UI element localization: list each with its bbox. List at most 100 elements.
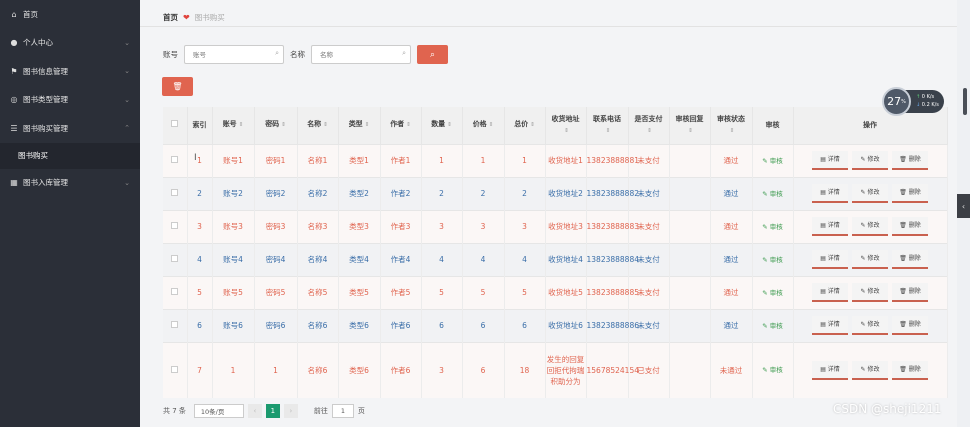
row-checkbox-cell[interactable] [163,275,188,309]
edit-button[interactable]: ✎ 修改 [852,250,888,269]
network-widget[interactable]: ↑ 0 K/s ↓ 0.2 K/s 27% [882,87,944,116]
select-all-cell[interactable] [163,107,188,144]
scrollbar[interactable] [963,88,967,115]
name-label: 名称 [290,50,305,59]
edit-button[interactable]: ✎ 修改 [852,184,888,203]
sort-icon[interactable]: ⇕ [647,126,652,137]
column-header[interactable]: 是否支付 ⇕ [628,107,670,144]
sort-icon[interactable]: ⇕ [323,120,328,131]
column-header[interactable]: 联系电话 ⇕ [586,107,629,144]
delete-button[interactable]: 🗑 删除 [892,250,928,269]
column-header[interactable]: 类型 ⇕ [338,107,381,144]
delete-button[interactable]: 🗑 删除 [892,217,928,236]
detail-button[interactable]: ▤ 详情 [812,250,848,269]
row-checkbox-cell[interactable] [163,176,188,210]
ops-cell: ▤ 详情 ✎ 修改 🗑 删除 [793,308,948,342]
page-number[interactable]: 1 [265,404,280,418]
goto-input[interactable]: 1 [331,404,354,418]
column-header[interactable]: 名称 ⇕ [297,107,339,144]
edit-button[interactable]: ✎ 修改 [852,283,888,302]
search-button[interactable]: ⌕ [417,45,448,64]
sidebar-item-book-stock[interactable]: ▦ 图书入库管理 ⌄ [0,169,140,198]
column-header[interactable]: 数量 ⇕ [421,107,463,144]
column-header[interactable]: 收货地址 ⇕ [545,107,587,144]
edit-button[interactable]: ✎ 修改 [852,316,888,335]
row-checkbox-cell[interactable] [163,341,188,398]
checkbox[interactable] [171,321,179,328]
audit-cell[interactable]: ✎ 审核 [752,341,794,398]
sidebar-item-profile[interactable]: ● 个人中心 ⌄ [0,29,140,58]
delete-button[interactable]: 🗑 删除 [892,283,928,302]
sidebar-item-book-type[interactable]: ◎ 图书类型管理 ⌄ [0,86,140,115]
batch-delete-button[interactable]: 🗑 [162,77,193,96]
row-checkbox-cell[interactable] [163,143,188,177]
edit-button[interactable]: ✎ 修改 [852,217,888,236]
account-input[interactable] [184,45,284,64]
column-header[interactable]: 作者 ⇕ [380,107,422,144]
column-header[interactable]: 审核回复 ⇕ [669,107,711,144]
sort-icon[interactable]: ⇕ [530,120,535,131]
checkbox[interactable] [171,288,179,295]
audit-cell[interactable]: ✎ 审核 [752,176,794,210]
collapse-handle[interactable]: ‹ [957,194,970,218]
sort-icon[interactable]: ⇕ [406,120,411,131]
column-header[interactable]: 密码 ⇕ [254,107,298,144]
row-checkbox-cell[interactable] [163,209,188,243]
detail-button[interactable]: ▤ 详情 [812,283,848,302]
checkbox[interactable] [171,365,179,373]
sidebar-item-book-info[interactable]: ⚑ 图书信息管理 ⌄ [0,57,140,86]
edit-button[interactable]: ✎ 修改 [852,360,888,380]
delete-button[interactable]: 🗑 删除 [892,360,928,380]
detail-button[interactable]: ▤ 详情 [812,316,848,335]
row-checkbox-cell[interactable] [163,242,188,276]
audit-link[interactable]: ✎ 审核 [762,289,783,297]
audit-link[interactable]: ✎ 审核 [762,223,783,231]
row-checkbox-cell[interactable] [163,308,188,342]
detail-button[interactable]: ▤ 详情 [812,360,848,380]
detail-button[interactable]: ▤ 详情 [812,184,848,203]
sidebar-item-home[interactable]: ⌂ 首页 [0,0,140,29]
audit-cell[interactable]: ✎ 审核 [752,209,794,243]
audit-link[interactable]: ✎ 审核 [762,322,783,330]
delete-button[interactable]: 🗑 删除 [892,184,928,203]
column-header[interactable]: 价格 ⇕ [462,107,505,144]
audit-cell[interactable]: ✎ 审核 [752,275,794,309]
audit-link[interactable]: ✎ 审核 [762,190,783,198]
column-header[interactable]: 审核状态 ⇕ [710,107,753,144]
audit-cell[interactable]: ✎ 审核 [752,308,794,342]
sort-icon[interactable]: ⇕ [730,126,735,137]
checkbox[interactable] [171,189,179,196]
detail-button[interactable]: ▤ 详情 [812,217,848,236]
checkbox[interactable] [171,119,179,127]
prev-page-button[interactable]: ‹ [247,404,262,418]
audit-link[interactable]: ✎ 审核 [762,366,783,374]
next-page-button[interactable]: › [283,404,298,418]
audit-cell[interactable]: ✎ 审核 [752,143,794,177]
cell-name: 名称1 [297,143,339,177]
sort-icon[interactable]: ⇕ [281,120,286,131]
sidebar-item-book-purchase[interactable]: ☰ 图书购买管理 ⌃ [0,114,140,143]
sort-icon[interactable]: ⇕ [688,126,693,137]
audit-cell[interactable]: ✎ 审核 [752,242,794,276]
edit-button[interactable]: ✎ 修改 [852,151,888,170]
detail-button[interactable]: ▤ 详情 [812,151,848,170]
sort-icon[interactable]: ⇕ [447,120,452,131]
column-header[interactable]: 总价 ⇕ [504,107,546,144]
sort-icon[interactable]: ⇕ [564,126,569,137]
sort-icon[interactable]: ⇕ [606,126,611,137]
audit-link[interactable]: ✎ 审核 [762,157,783,165]
sidebar-subitem-purchase[interactable]: 图书购买 [0,142,140,169]
checkbox[interactable] [171,222,179,229]
sort-icon[interactable]: ⇕ [489,120,494,131]
delete-button[interactable]: 🗑 删除 [892,316,928,335]
sort-icon[interactable]: ⇕ [365,120,370,131]
delete-button[interactable]: 🗑 删除 [892,151,928,170]
sort-icon[interactable]: ⇕ [239,120,244,131]
checkbox[interactable] [171,156,179,163]
breadcrumb-home[interactable]: 首页 [163,12,178,23]
name-input[interactable] [311,45,411,64]
checkbox[interactable] [171,255,179,262]
page-size-select[interactable]: 10条/页 [193,404,244,418]
column-header[interactable]: 账号 ⇕ [212,107,255,144]
audit-link[interactable]: ✎ 审核 [762,256,783,264]
